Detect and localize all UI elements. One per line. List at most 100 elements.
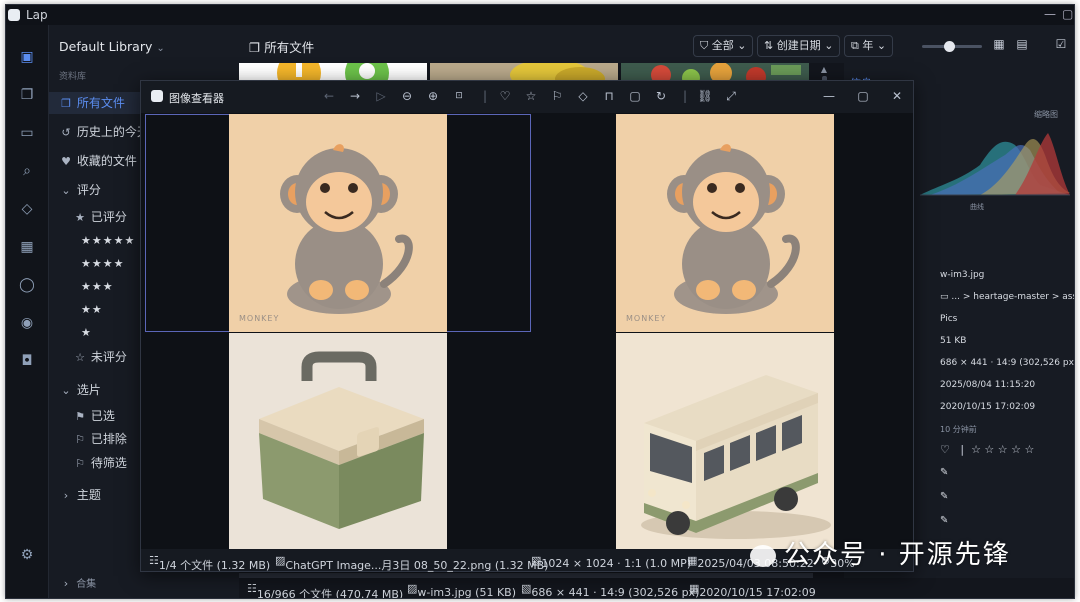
info-rating[interactable]: ♡ | ☆ ☆ ☆ ☆ ☆ (940, 443, 1034, 456)
group-dropdown[interactable]: ⧉ 年 ⌄ (844, 35, 894, 57)
app-logo (8, 9, 20, 21)
status-date: ▦ 2020/10/15 17:02:09 (689, 582, 816, 599)
heart-icon[interactable]: ♡ (497, 88, 513, 104)
flag-off-icon: ⚐ (75, 433, 85, 446)
info-modified: 2020/10/15 17:02:09 (940, 402, 1036, 412)
library-icon[interactable]: ▣ (17, 47, 37, 67)
heart-outline-icon[interactable]: ♡ (940, 443, 950, 456)
viewer-image-monkey-2[interactable]: MONKEY (532, 114, 909, 332)
app-title: Lap (26, 8, 48, 22)
actual-size-icon[interactable]: ⊡ (451, 88, 467, 104)
filter-dropdown[interactable]: ⛉ 全部 ⌄ (693, 35, 754, 57)
maximize-button[interactable]: ▢ (855, 88, 871, 104)
calendar-view-icon[interactable]: ▤ (1015, 37, 1029, 51)
heart-icon: ♥ (61, 155, 71, 168)
forward-arrow-icon[interactable]: → (347, 88, 363, 104)
minimize-button[interactable]: — (1044, 7, 1056, 21)
files-icon: ❐ (61, 97, 71, 110)
info-dimensions: 686 × 441 · 14:9 (302,526 px) (940, 358, 1075, 368)
info-filename: w-im3.jpg (940, 270, 985, 280)
viewer-status-count: ☷ 1/4 个文件 (1.32 MB) (149, 554, 271, 572)
minimize-button[interactable]: — (821, 88, 837, 104)
viewer-logo (151, 90, 163, 102)
flag-icon[interactable]: ⚐ (549, 88, 565, 104)
chevron-right-icon: › (63, 489, 69, 502)
bookmark-icon[interactable]: ⊓ (601, 88, 617, 104)
star-icon[interactable]: ☆ (523, 88, 539, 104)
info-created: 2025/08/04 11:15:20 (940, 380, 1036, 390)
viewer-status-date: ▦ 2025/04/03 08:50:22 (687, 554, 814, 570)
zoom-out-icon[interactable]: ⊖ (399, 88, 415, 104)
slider-knob[interactable] (944, 41, 955, 52)
fullscreen-icon[interactable]: ⤢ (723, 88, 739, 104)
viewer-title: 图像查看器 (169, 92, 224, 105)
title-bar: Lap — ▢ (6, 5, 1074, 25)
page-title: ❐ 所有文件 (249, 40, 315, 55)
edit-icon[interactable]: ✎ (940, 491, 948, 502)
viewer-image-bus[interactable] (532, 333, 909, 549)
tag-icon[interactable]: ◇ (17, 199, 37, 219)
layout-icon[interactable]: ▦ (992, 37, 1006, 51)
image-viewer-window: 图像查看器 ← → ▷ ⊖ ⊕ ⊡ | ♡ ☆ ⚐ ◇ ⊓ ▢ ↻ | ⛓ ⤢ … (140, 80, 914, 572)
back-arrow-icon[interactable]: ← (321, 88, 337, 104)
status-file: ▨ w-im3.jpg (51 KB) (407, 582, 516, 599)
sidebar-section-title: 资料库 (59, 72, 87, 82)
chevron-down-icon: ⌄ (61, 184, 71, 197)
zoom-in-icon[interactable]: ⊕ (425, 88, 441, 104)
calendar-icon[interactable]: ▦ (17, 237, 37, 257)
status-dimensions: ▧ 686 × 441 · 14:9 (302,526 px) (521, 582, 700, 599)
search-icon[interactable]: ⌕ (17, 161, 37, 181)
viewer-status-dimensions: ▧ 1024 × 1024 · 1:1 (1.0 MP) (531, 554, 691, 570)
edit-icon[interactable]: ✎ (940, 515, 948, 526)
select-icon[interactable]: ☑ (1054, 37, 1068, 51)
edit-icon[interactable]: ✎ (940, 467, 948, 478)
viewer-status-file: ▨ ChatGPT Image...月3日 08_50_22.png (1.32… (275, 554, 549, 572)
settings-icon[interactable]: ⚙ (17, 545, 37, 565)
person-icon[interactable]: ◯ (17, 275, 37, 295)
sidebar-item-collections[interactable]: › 合集 (49, 573, 239, 595)
histogram-label: 曲线 (970, 203, 984, 211)
star-icon: ★ (75, 211, 85, 224)
chevron-right-icon: › (63, 577, 69, 590)
nav-rail: ▣ ❐ ▭ ⌕ ◇ ▦ ◯ ◉ ◘ ⚙ (6, 25, 49, 598)
viewer-grid: MONKEY MONKEY (141, 113, 913, 549)
info-duration: 10 分钟前 (940, 425, 977, 434)
image-caption: MONKEY (239, 314, 280, 323)
comment-icon[interactable]: ▢ (627, 88, 643, 104)
toolbar: ❐ 所有文件 ⛉ 全部 ⌄ ⇅ 创建日期 ⌄ ⧉ 年 ⌄ ▦ ▤ ☑ (239, 25, 1074, 63)
viewer-image-monkey-1[interactable]: MONKEY (145, 114, 531, 332)
status-count: ☷ 16/966 个文件 (470.74 MB) (247, 582, 404, 599)
rotate-icon[interactable]: ↻ (653, 88, 669, 104)
info-path[interactable]: ▭ ... > heartage-master > assets (940, 292, 1074, 302)
viewer-image-toolbox[interactable] (145, 333, 531, 549)
wechat-icon (750, 544, 776, 567)
play-icon[interactable]: ▷ (373, 88, 389, 104)
folder-icon: ▭ (940, 292, 949, 302)
thumbnail-size-slider[interactable] (922, 41, 982, 52)
copy-icon[interactable]: ❐ (17, 85, 37, 105)
viewer-toolbar: 图像查看器 ← → ▷ ⊖ ⊕ ⊡ | ♡ ☆ ⚐ ◇ ⊓ ▢ ↻ | ⛓ ⤢ … (141, 81, 913, 111)
link-icon[interactable]: ⛓ (697, 88, 713, 104)
star-outline-icon: ☆ (75, 351, 85, 364)
folder-icon[interactable]: ▭ (17, 123, 37, 143)
thumbnail-label: 缩略图 (1034, 110, 1058, 119)
watermark: 公众号 · 开源先锋 (750, 534, 1011, 571)
camera-icon[interactable]: ◘ (17, 351, 37, 371)
histogram (920, 133, 1070, 196)
close-button[interactable]: ✕ (889, 88, 905, 104)
library-selector[interactable]: Default Library ⌄ (59, 39, 165, 54)
flag-icon: ⚑ (75, 410, 85, 423)
image-caption: MONKEY (626, 314, 667, 323)
divider: | (682, 89, 688, 103)
maximize-button[interactable]: ▢ (1062, 7, 1073, 21)
info-folder: Pics (940, 314, 958, 324)
sort-dropdown[interactable]: ⇅ 创建日期 ⌄ (757, 35, 841, 57)
info-size: 51 KB (940, 336, 967, 346)
flag-outline-icon: ⚐ (75, 457, 85, 470)
divider: | (482, 89, 488, 103)
location-icon[interactable]: ◉ (17, 313, 37, 333)
tag-icon[interactable]: ◇ (575, 88, 591, 104)
status-bar: ☷ 16/966 个文件 (470.74 MB) ▨ w-im3.jpg (51… (239, 578, 1074, 598)
history-icon: ↺ (61, 126, 71, 139)
chevron-down-icon: ⌄ (61, 384, 71, 397)
